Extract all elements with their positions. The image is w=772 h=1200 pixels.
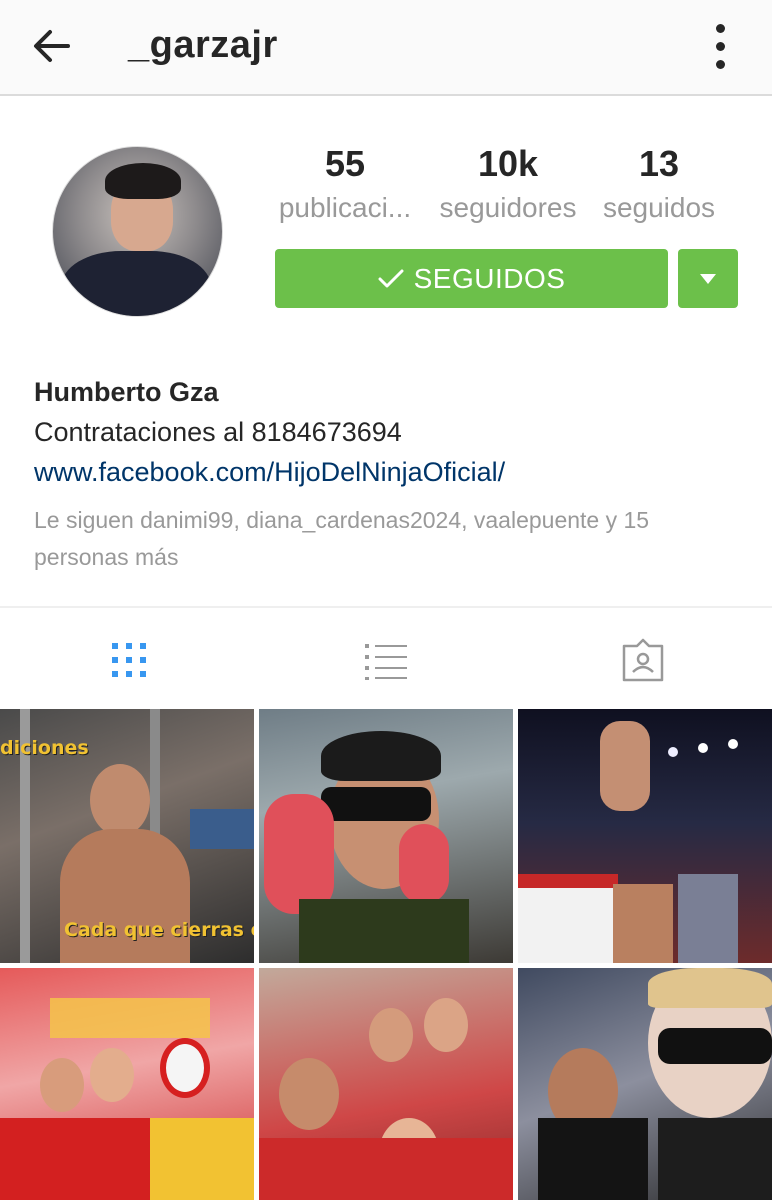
profile-avatar[interactable]	[52, 146, 223, 317]
more-vertical-icon	[715, 23, 725, 33]
profile-bio: Humberto Gza Contrataciones al 818467369…	[34, 372, 744, 576]
posts-stat[interactable]: 55 publicaci...	[270, 140, 420, 228]
tagged-user-icon	[622, 638, 664, 682]
following-button[interactable]: SEGUIDOS	[275, 249, 668, 308]
website-link[interactable]: www.facebook.com/HijoDelNinjaOficial/	[34, 452, 744, 492]
followers-label: seguidores	[439, 192, 577, 223]
full-name: Humberto Gza	[34, 377, 219, 407]
checkmark-icon	[378, 268, 404, 290]
following-button-label: SEGUIDOS	[413, 262, 566, 294]
following-stat[interactable]: 13 seguidos	[596, 140, 722, 228]
list-icon	[365, 644, 407, 680]
profile-username: _garzajr	[128, 24, 278, 66]
post-thumbnail[interactable]: diciones Cada que cierras el p	[0, 709, 254, 963]
grid-icon	[112, 643, 146, 677]
post-caption-overlay: Cada que cierras el p	[64, 919, 254, 941]
top-bar: _garzajr	[0, 0, 772, 96]
posts-count: 55	[324, 143, 366, 184]
tab-grid-view[interactable]	[99, 630, 159, 690]
posts-label: publicaci...	[278, 192, 412, 223]
followed-by-text[interactable]: Le siguen danimi99, diana_cardenas2024, …	[34, 502, 744, 576]
post-thumbnail[interactable]	[518, 968, 772, 1200]
post-thumbnail[interactable]	[259, 709, 513, 963]
post-caption-overlay: diciones	[0, 737, 89, 759]
followers-stat[interactable]: 10k seguidores	[428, 140, 588, 228]
post-thumbnail[interactable]	[518, 709, 772, 963]
back-button[interactable]	[26, 22, 78, 70]
tab-list-view[interactable]	[356, 630, 416, 690]
followers-count: 10k	[477, 143, 539, 184]
post-thumbnail[interactable]	[0, 968, 254, 1200]
profile-tabs	[0, 606, 772, 708]
tab-tagged-photos[interactable]	[613, 630, 673, 690]
following-count: 13	[638, 143, 680, 184]
following-label: seguidos	[602, 192, 716, 223]
photo-grid: diciones Cada que cierras el p	[0, 709, 772, 1200]
arrow-left-icon	[34, 30, 70, 62]
options-menu-button[interactable]	[700, 20, 740, 72]
caret-down-icon	[700, 273, 716, 284]
suggestions-dropdown-button[interactable]	[678, 249, 738, 308]
bio-text: Contrataciones al 8184673694	[34, 417, 402, 447]
post-thumbnail[interactable]	[259, 968, 513, 1200]
profile-stats: 55 publicaci... 10k seguidores 13 seguid…	[270, 140, 740, 240]
